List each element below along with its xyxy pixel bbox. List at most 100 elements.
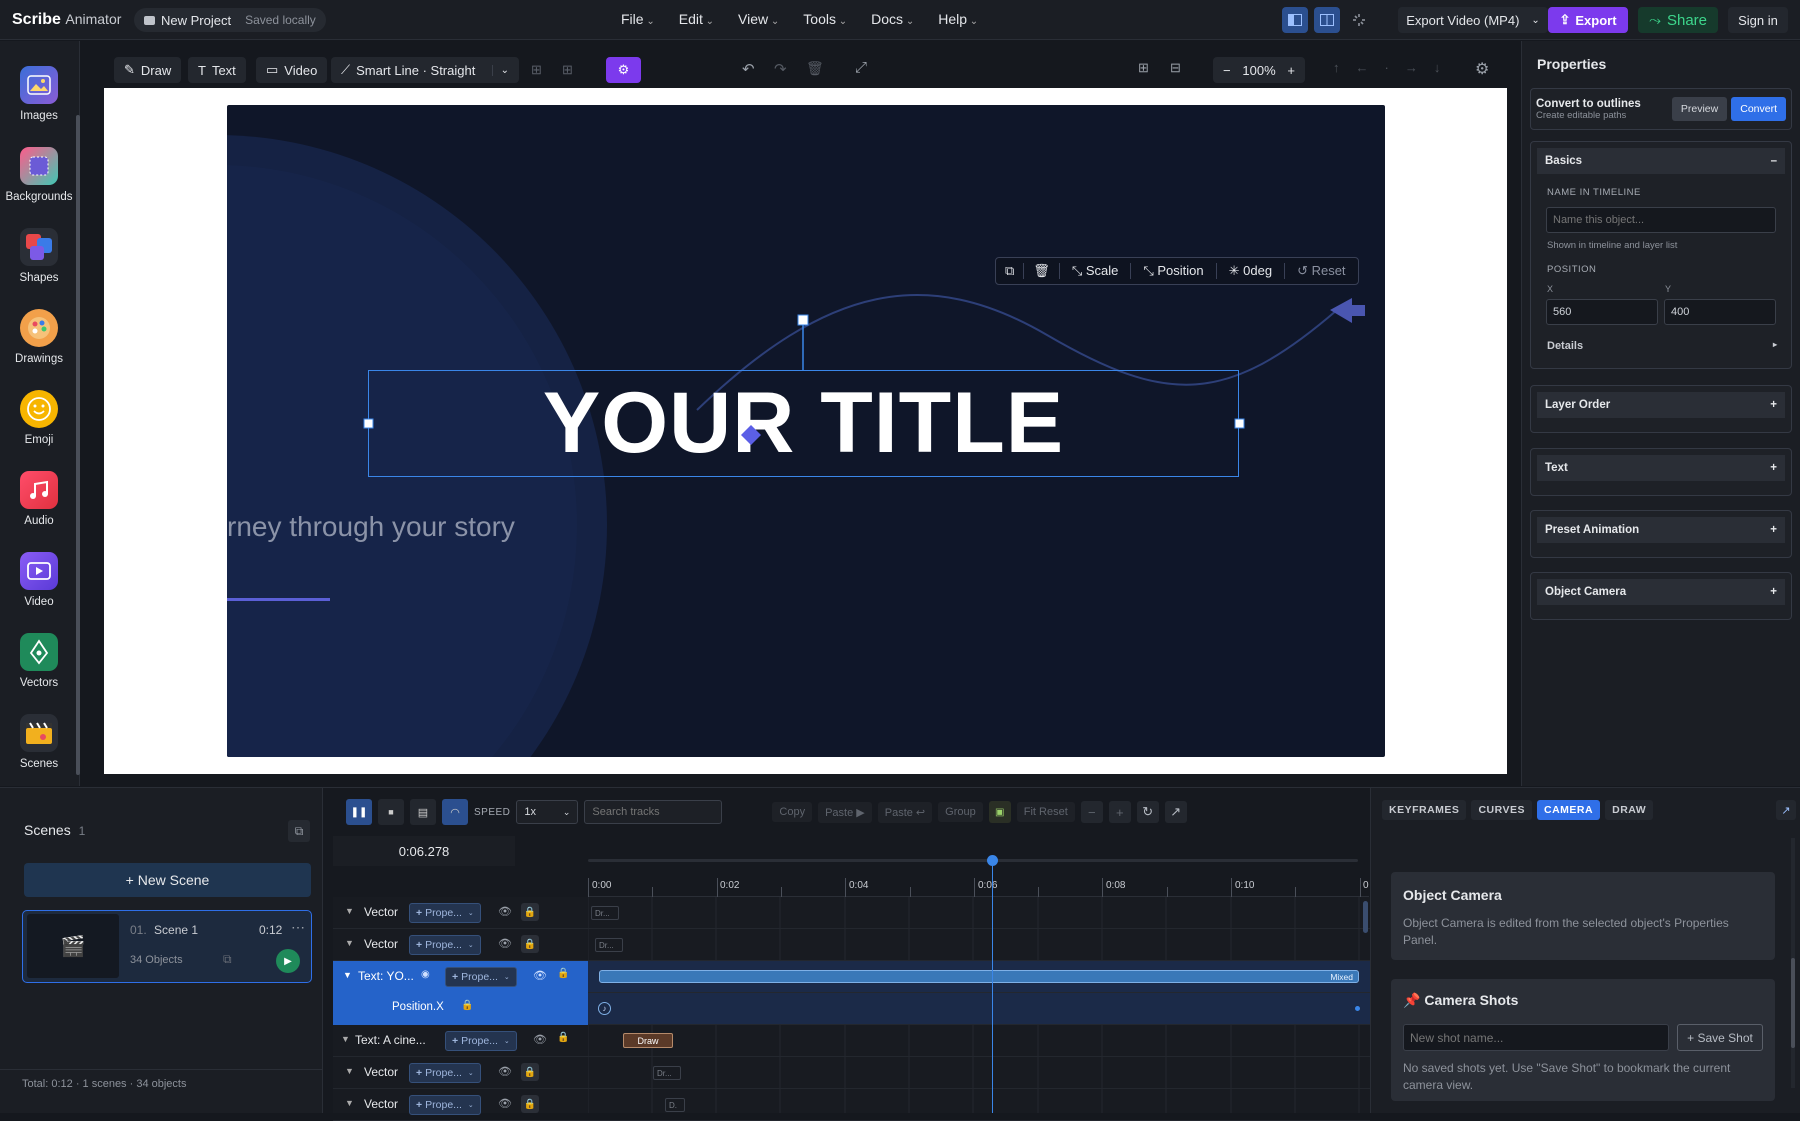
captions-icon[interactable]: ▤ <box>410 799 436 825</box>
arrow-down-icon[interactable]: ↓ <box>1434 60 1441 75</box>
layout-grid-icon[interactable]: ⊞ <box>1138 60 1149 76</box>
menu-tools[interactable]: Tools <box>803 11 847 27</box>
delete-icon[interactable]: 🗑 <box>1023 263 1059 279</box>
properties-chip[interactable]: + Prope... ⌄ <box>445 1031 517 1051</box>
visibility-eye-icon[interactable]: 👁 <box>498 905 512 918</box>
headphones-icon[interactable]: ◠ <box>442 799 468 825</box>
properties-chip[interactable]: + Prope... ⌄ <box>409 1063 481 1083</box>
refresh-icon[interactable]: ↻ <box>1136 801 1159 823</box>
tab-curves[interactable]: CURVES <box>1471 800 1533 820</box>
copy-button[interactable]: Copy <box>772 802 813 822</box>
minus-icon[interactable]: − <box>1080 801 1103 823</box>
properties-chip[interactable]: + Prope... ⌄ <box>445 967 517 987</box>
new-scene-button[interactable]: + New Scene <box>24 863 311 897</box>
shot-name-input[interactable] <box>1403 1024 1669 1051</box>
visibility-eye-icon[interactable]: 👁 <box>533 1033 547 1046</box>
visibility-eye-icon[interactable]: 👁 <box>498 937 512 950</box>
rail-video[interactable]: Video <box>0 552 78 608</box>
basics-header[interactable]: Basics – <box>1537 148 1785 174</box>
tab-draw[interactable]: DRAW <box>1605 800 1654 820</box>
trash-icon[interactable]: 🗑 <box>806 60 824 77</box>
menu-docs[interactable]: Docs <box>871 11 914 27</box>
visibility-eye-icon[interactable]: 👁 <box>498 1065 512 1078</box>
position-button[interactable]: ⤡ Position <box>1130 263 1215 279</box>
time-ruler[interactable]: 0:00 0:02 0:04 0:06 0:08 0:10 0 <box>588 878 1369 897</box>
text-header[interactable]: Text + <box>1537 455 1785 481</box>
zoom-out-icon[interactable]: − <box>1223 63 1231 78</box>
zoom-control[interactable]: −100% + <box>1213 57 1305 83</box>
undo-icon[interactable]: ↶ <box>742 60 755 78</box>
lock-icon[interactable]: 🔒 <box>521 1095 539 1113</box>
rail-images[interactable]: Images <box>0 66 78 122</box>
track-row[interactable]: ▼ Vector + Prope... ⌄ 👁 🔒 D. <box>333 1089 1370 1121</box>
name-input[interactable] <box>1546 207 1776 233</box>
reset-button[interactable]: ↺ Reset <box>1284 263 1357 279</box>
tab-camera[interactable]: CAMERA <box>1537 800 1601 820</box>
collapse-caret-icon[interactable]: ▼ <box>341 1034 350 1044</box>
preview-button[interactable]: Preview <box>1671 97 1728 121</box>
track-row[interactable]: ▼ Vector + Prope... ⌄ 👁 🔒 Dr... <box>333 1057 1370 1089</box>
menu-edit[interactable]: Edit <box>679 11 714 27</box>
paste-button[interactable]: Paste ▶ <box>818 801 872 823</box>
duplicate-scene-icon[interactable]: ⧉ <box>288 820 310 842</box>
draw-tool-button[interactable]: ✎ Draw <box>114 57 182 83</box>
settings-accent-button[interactable]: ⚙ <box>606 57 641 83</box>
collapse-caret-icon[interactable]: ▼ <box>345 1098 354 1108</box>
sign-in-button[interactable]: Sign in <box>1728 7 1788 33</box>
center-dot-icon[interactable]: · <box>1385 60 1389 75</box>
track-row[interactable]: ▼ Vector + Prope... ⌄ 👁 🔒 Dr... <box>333 929 1370 961</box>
group-button[interactable]: Group <box>938 802 983 822</box>
tab-keyframes[interactable]: KEYFRAMES <box>1382 800 1467 820</box>
slide-title[interactable]: YOUR TITLE <box>368 370 1239 477</box>
arrow-right-icon[interactable]: → <box>1405 60 1418 75</box>
track-row[interactable]: ▼ Vector + Prope... ⌄ 👁 🔒 Dr... <box>333 897 1370 929</box>
export-format-select[interactable]: Export Video (MP4) ⌄ <box>1398 7 1548 33</box>
visibility-eye-icon[interactable]: 👁 <box>498 1097 512 1110</box>
slide-subtitle[interactable]: rney through your story <box>227 511 515 543</box>
scene-card[interactable]: 🎬 01. Scene 1 0:12 ⋯ 34 Objects ⧉ ▶ <box>22 910 312 983</box>
video-tool-button[interactable]: ▭ Video <box>256 57 328 83</box>
menu-file[interactable]: File <box>621 11 655 27</box>
keyframe-icon[interactable]: ♪ <box>598 1002 611 1015</box>
canvas-settings-icon[interactable]: ⚙ <box>1475 59 1489 79</box>
position-y-input[interactable]: 400 <box>1664 299 1776 325</box>
property-row[interactable]: Position.X 🔒 ♪ <box>333 993 1370 1025</box>
redo-icon[interactable]: ↷ <box>774 60 787 78</box>
object-camera-header[interactable]: Object Camera + <box>1537 579 1785 605</box>
scene-layers-icon[interactable]: ⧉ <box>223 952 232 967</box>
collapse-caret-icon[interactable]: ▼ <box>343 970 352 980</box>
convert-button[interactable]: Convert <box>1731 97 1786 121</box>
visibility-eye-icon[interactable]: 👁 <box>533 969 547 982</box>
arrow-left-icon[interactable]: ← <box>1356 60 1369 75</box>
scene-more-icon[interactable]: ⋯ <box>291 919 305 936</box>
lock-icon[interactable]: 🔒 <box>521 935 539 953</box>
properties-chip[interactable]: + Prope... ⌄ <box>409 1095 481 1115</box>
stop-icon[interactable]: ■ <box>378 799 404 825</box>
clip-label[interactable]: Dr... <box>653 1066 681 1080</box>
speed-select[interactable]: 1x ⌄ <box>516 800 579 824</box>
rail-drawings[interactable]: Drawings <box>0 309 78 365</box>
save-shot-button[interactable]: + Save Shot <box>1677 1024 1763 1051</box>
record-dot-icon[interactable]: ◉ <box>421 969 430 980</box>
playhead[interactable] <box>987 855 998 1113</box>
scrub-track[interactable] <box>588 859 1358 862</box>
rail-audio[interactable]: Audio <box>0 471 78 527</box>
timeline-scrollbar[interactable] <box>1363 901 1368 933</box>
lock-icon[interactable]: 🔒 <box>521 903 539 921</box>
track-row-selected[interactable]: ▼ Text: YO... ◉ + Prope... ⌄ 👁 🔒 Mixed <box>333 961 1370 993</box>
collapse-caret-icon[interactable]: ▼ <box>345 906 354 916</box>
rail-backgrounds[interactable]: Backgrounds <box>0 147 78 203</box>
grid-large-icon[interactable]: ⊞ <box>562 62 573 78</box>
layer-order-header[interactable]: Layer Order + <box>1537 392 1785 418</box>
rail-emoji[interactable]: Emoji <box>0 390 78 446</box>
plus-icon[interactable]: + <box>1108 801 1131 823</box>
zoom-in-icon[interactable]: + <box>1287 63 1295 78</box>
expand-icon[interactable]: ↗ <box>1164 801 1187 823</box>
share-button[interactable]: ⤳ Share <box>1638 7 1718 33</box>
popout-icon[interactable]: ↗ <box>1776 800 1796 820</box>
slide-canvas[interactable]: YOUR TITLE rney through your story ⧉ 🗑 ⤡… <box>227 105 1385 757</box>
scale-button[interactable]: ⤡ Scale <box>1058 263 1131 279</box>
fullscreen-icon[interactable]: ⤢ <box>855 59 867 76</box>
rail-vectors[interactable]: Vectors <box>0 633 78 689</box>
playhead-knob[interactable] <box>987 855 998 866</box>
